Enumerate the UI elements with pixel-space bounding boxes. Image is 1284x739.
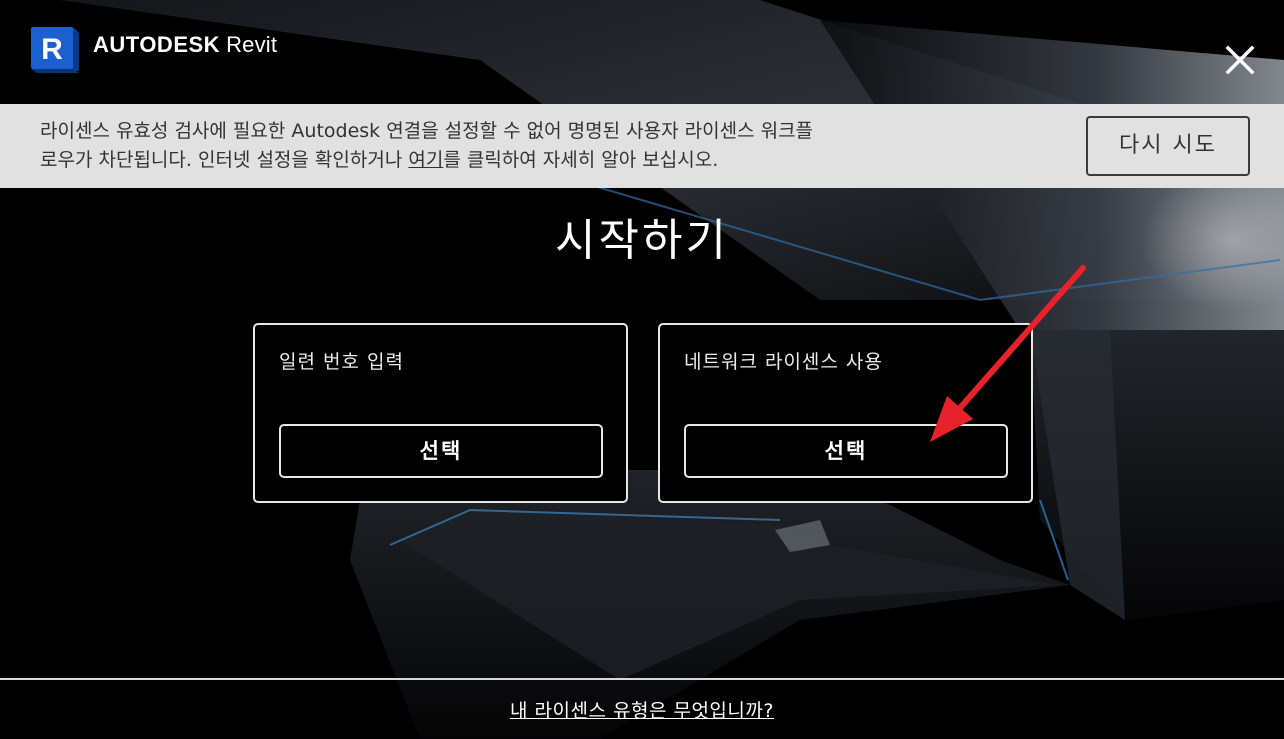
license-error-banner: 라이센스 유효성 검사에 필요한 Autodesk 연결을 설정할 수 없어 명… [0, 104, 1284, 188]
banner-message: 라이센스 유효성 검사에 필요한 Autodesk 연결을 설정할 수 없어 명… [40, 117, 950, 175]
revit-logo-icon: R [31, 27, 79, 73]
option-label-serial-number: 일련 번호 입력 [279, 351, 404, 373]
close-icon[interactable] [1222, 42, 1258, 78]
select-network-license-button[interactable]: 선택 [684, 424, 1008, 478]
option-card-serial-number: 일련 번호 입력 선택 [253, 323, 628, 503]
license-type-help-link[interactable]: 내 라이센스 유형은 무엇입니까? [510, 700, 774, 722]
banner-message-line2-start: 로우가 차단됩니다. 인터넷 설정을 확인하거나 [40, 149, 409, 171]
banner-message-line2-end: 를 클릭하여 자세히 알아 보십시오. [443, 149, 719, 171]
banner-message-line2: 로우가 차단됩니다. 인터넷 설정을 확인하거나 여기를 클릭하여 자세히 알아… [40, 146, 950, 175]
page-title: 시작하기 [555, 215, 729, 266]
retry-button[interactable]: 다시 시도 [1086, 116, 1250, 176]
brand-product: Revit [226, 32, 278, 57]
option-card-network-license: 네트워크 라이센스 사용 선택 [658, 323, 1033, 503]
product-brand: AUTODESK Revit [93, 32, 277, 58]
revit-logo-letter: R [41, 33, 63, 66]
learn-more-link[interactable]: 여기 [408, 149, 443, 171]
brand-company: AUTODESK [93, 32, 221, 57]
banner-message-line1: 라이센스 유효성 검사에 필요한 Autodesk 연결을 설정할 수 없어 명… [40, 120, 814, 142]
footer-divider [0, 678, 1284, 680]
option-label-network-license: 네트워크 라이센스 사용 [684, 351, 883, 373]
footer: 내 라이센스 유형은 무엇입니까? [0, 698, 1284, 724]
select-serial-number-button[interactable]: 선택 [279, 424, 603, 478]
app-header: R AUTODESK Revit [0, 0, 1284, 104]
